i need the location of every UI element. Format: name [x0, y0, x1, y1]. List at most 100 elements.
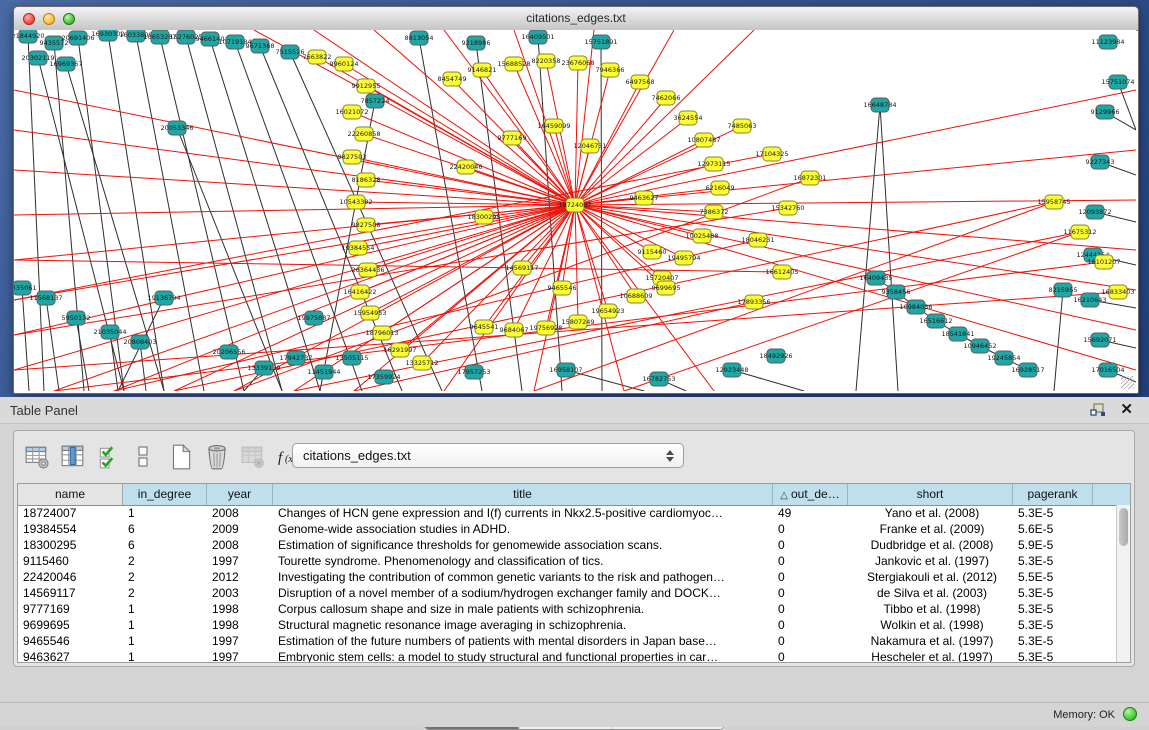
network-node[interactable]: 16612405: [765, 265, 798, 279]
network-window-titlebar[interactable]: citations_edges.txt: [14, 7, 1138, 31]
table-row[interactable]: 1456911722003Disruption of a novel membe…: [18, 585, 1116, 601]
select-columns-icon[interactable]: [94, 441, 124, 473]
show-column-icon[interactable]: [58, 441, 88, 473]
network-node[interactable]: 7515526: [276, 45, 305, 59]
network-node[interactable]: 17104325: [755, 147, 788, 161]
network-node[interactable]: 10946452: [963, 339, 996, 353]
window-resize-grip[interactable]: [1121, 376, 1134, 389]
network-node[interactable]: 7857224: [361, 94, 390, 108]
network-node[interactable]: 19975887: [297, 311, 330, 325]
network-node[interactable]: 16969367: [49, 57, 82, 71]
table-row[interactable]: 1830029562008Estimation of significance …: [18, 537, 1116, 553]
network-node[interactable]: 3624554: [674, 111, 703, 125]
table-row[interactable]: 2242004622012Investigating the contribut…: [18, 569, 1116, 585]
memory-status-icon[interactable]: [1123, 707, 1137, 721]
column-header-pagerank[interactable]: pagerank: [1013, 484, 1093, 505]
network-node[interactable]: 12093872: [1078, 205, 1111, 219]
network-node[interactable]: 20808403: [123, 335, 156, 349]
network-node[interactable]: 13339139: [247, 361, 280, 375]
network-node[interactable]: 9115460: [638, 245, 667, 259]
network-node[interactable]: 15807249: [561, 315, 594, 329]
network-node[interactable]: 9827503: [338, 150, 367, 164]
network-node[interactable]: 9335061: [14, 281, 36, 295]
table-row[interactable]: 1938455462009Genome-wide association stu…: [18, 521, 1116, 537]
network-node[interactable]: 8186328: [352, 173, 381, 187]
table-row[interactable]: 946362711997Embryonic stem cells: a mode…: [18, 649, 1116, 662]
network-node[interactable]: 9129966: [1091, 105, 1120, 119]
network-node[interactable]: 18796013: [365, 326, 398, 340]
float-icon[interactable]: [1089, 402, 1107, 418]
scrollbar-thumb[interactable]: [1119, 508, 1128, 546]
network-node[interactable]: 13505115: [335, 351, 368, 365]
network-node[interactable]: 12973115: [697, 157, 730, 171]
new-table-icon[interactable]: [166, 441, 196, 473]
network-node[interactable]: 16291997: [383, 343, 416, 357]
table-row[interactable]: 969969511998Structural magnetic resonanc…: [18, 617, 1116, 633]
network-node[interactable]: 18492926: [759, 349, 792, 363]
network-node[interactable]: 15958745: [1037, 195, 1070, 209]
column-header-out_degree[interactable]: △out_de…: [773, 484, 848, 505]
network-node[interactable]: 9465546: [548, 281, 577, 295]
table-mode-icon[interactable]: [22, 441, 52, 473]
network-node[interactable]: 9960124: [330, 57, 359, 71]
network-node[interactable]: 10688609: [619, 289, 652, 303]
column-header-in_degree[interactable]: in_degree: [123, 484, 207, 505]
table-row[interactable]: 946554611997Estimation of the future num…: [18, 633, 1116, 649]
network-node[interactable]: 15688528: [497, 57, 530, 71]
network-node[interactable]: 9777169: [498, 131, 527, 145]
network-node[interactable]: 16648784: [863, 98, 896, 112]
network-node[interactable]: 8220358: [532, 54, 561, 68]
network-node[interactable]: 6216049: [706, 181, 735, 195]
table-row[interactable]: 1872400712008Changes of HCN gene express…: [18, 505, 1116, 521]
column-header-short[interactable]: short: [848, 484, 1013, 505]
delete-columns-icon[interactable]: [202, 441, 232, 473]
network-node[interactable]: 15954953: [353, 306, 386, 320]
network-node[interactable]: 9699695: [652, 281, 681, 295]
network-node[interactable]: 16409501: [521, 30, 554, 44]
network-node[interactable]: 19245854: [987, 351, 1020, 365]
network-node[interactable]: 21035044: [93, 325, 126, 339]
network-node[interactable]: 19495794: [667, 251, 700, 265]
column-header-name[interactable]: name: [18, 484, 123, 505]
network-node[interactable]: 14569117: [505, 261, 538, 275]
network-node[interactable]: 15751074: [1101, 75, 1134, 89]
network-node[interactable]: 11123984: [1091, 35, 1124, 49]
network-node[interactable]: 20053346: [160, 121, 193, 135]
network-node[interactable]: 15692071: [1083, 333, 1116, 347]
network-node[interactable]: 7946366: [596, 63, 625, 77]
network-canvas[interactable]: 1872400721844920943557220691406169303021…: [14, 30, 1136, 391]
table-selector-dropdown[interactable]: citations_edges.txt: [292, 443, 684, 468]
network-node[interactable]: 18046231: [741, 233, 774, 247]
network-node[interactable]: 16516612: [919, 314, 952, 328]
network-node[interactable]: 10025488: [685, 229, 718, 243]
column-header-year[interactable]: year: [207, 484, 273, 505]
row-height-icon[interactable]: [128, 441, 158, 473]
network-node[interactable]: 10543382: [339, 195, 372, 209]
network-node[interactable]: 11675312: [1063, 225, 1096, 239]
network-node[interactable]: 9218986: [462, 36, 491, 50]
network-node[interactable]: 10984036: [899, 300, 932, 314]
network-node[interactable]: 7462066: [652, 91, 681, 105]
table-row[interactable]: 911546021997Tourette syndrome. Phenomeno…: [18, 553, 1116, 569]
network-node[interactable]: 19654923: [591, 304, 624, 318]
network-node[interactable]: 16409435: [859, 271, 892, 285]
network-node[interactable]: 9146821: [468, 63, 497, 77]
network-node[interactable]: 8454749: [438, 72, 467, 86]
network-node[interactable]: 16928517: [1011, 363, 1044, 377]
network-node[interactable]: 9227343: [1086, 155, 1115, 169]
network-node[interactable]: 11568137: [29, 291, 62, 305]
network-node[interactable]: 6497568: [626, 75, 655, 89]
network-node[interactable]: 12923448: [715, 363, 748, 377]
network-node[interactable]: 10807487: [687, 133, 720, 147]
network-node[interactable]: 15751891: [584, 35, 617, 49]
network-node[interactable]: 11451944: [307, 365, 340, 379]
network-node[interactable]: 15342760: [771, 201, 804, 215]
column-header-title[interactable]: title: [273, 484, 773, 505]
table-row[interactable]: 977716911998Corpus callosum shape and si…: [18, 601, 1116, 617]
delete-table-icon[interactable]: [238, 441, 268, 473]
network-node[interactable]: 9645541: [470, 320, 499, 334]
network-node[interactable]: 9671368: [246, 39, 275, 53]
network-node[interactable]: 16101207: [1087, 255, 1120, 269]
network-node[interactable]: 7663822: [303, 50, 332, 64]
vertical-scrollbar[interactable]: [1116, 505, 1130, 662]
